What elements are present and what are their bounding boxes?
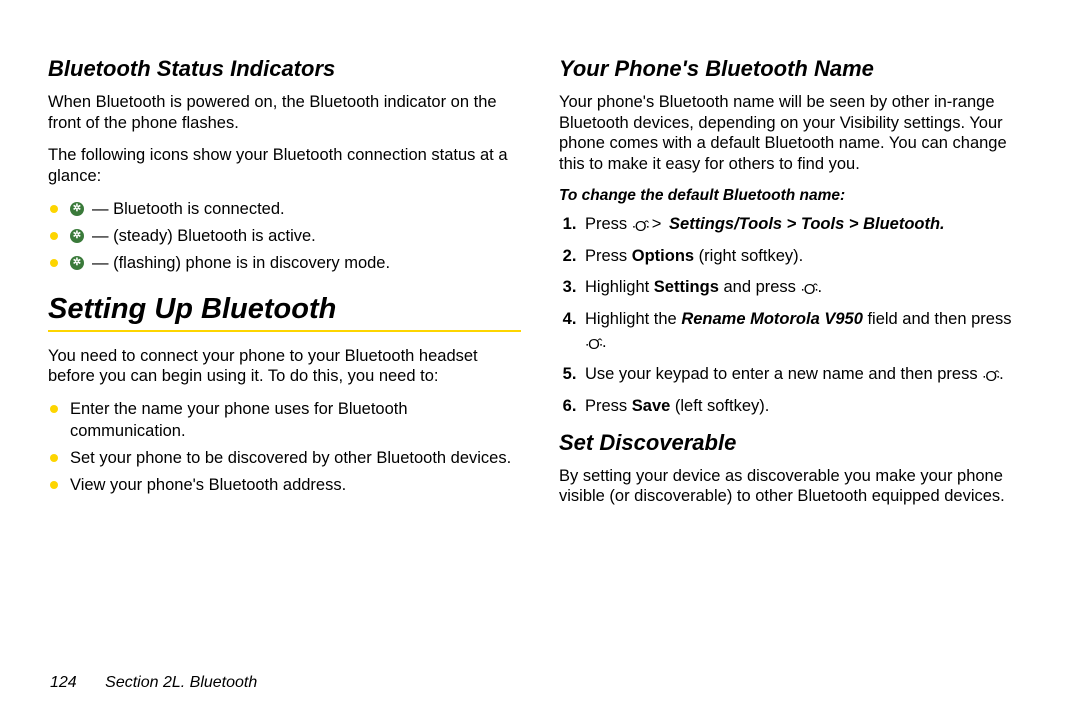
section-label: Section 2L. Bluetooth: [105, 674, 257, 691]
list-item: View your phone's Bluetooth address.: [48, 475, 521, 496]
setup-item-text: Set your phone to be discovered by other…: [70, 448, 511, 469]
heading-set-discoverable: Set Discoverable: [559, 430, 1032, 456]
chevron-right-icon: >: [652, 213, 662, 236]
bluetooth-icon: ✲: [70, 229, 84, 243]
change-name-steps: Press ∙О̂∙> Settings/Tools > Tools > Blu…: [559, 213, 1032, 418]
list-item: Enter the name your phone uses for Bluet…: [48, 399, 521, 442]
para-name-intro: Your phone's Bluetooth name will be seen…: [559, 92, 1032, 175]
bullet-icon: [50, 259, 58, 267]
step-text: (left softkey).: [670, 397, 769, 415]
setup-item-text: Enter the name your phone uses for Bluet…: [70, 399, 521, 442]
setup-item-text: View your phone's Bluetooth address.: [70, 475, 346, 496]
bluetooth-icon: ✲: [70, 256, 84, 270]
bullet-icon: [50, 454, 58, 462]
step-text: Highlight the: [585, 310, 681, 328]
step-1: Press ∙О̂∙> Settings/Tools > Tools > Blu…: [581, 213, 1032, 237]
list-item: ✲ — (steady) Bluetooth is active.: [48, 226, 521, 247]
bullet-icon: [50, 205, 58, 213]
right-column: Your Phone's Bluetooth Name Your phone's…: [559, 50, 1032, 660]
para-status-1: When Bluetooth is powered on, the Blueto…: [48, 92, 521, 133]
step-text: Press: [585, 247, 632, 265]
step-4: Highlight the Rename Motorola V950 field…: [581, 308, 1032, 355]
step-6: Press Save (left softkey).: [581, 395, 1032, 418]
heading-setting-up-bluetooth: Setting Up Bluetooth: [48, 293, 521, 326]
bullet-icon: [50, 232, 58, 240]
step-text: field and then press: [863, 310, 1012, 328]
para-setup-intro: You need to connect your phone to your B…: [48, 346, 521, 387]
step-5: Use your keypad to enter a new name and …: [581, 363, 1032, 387]
bluetooth-icon: ✲: [70, 202, 84, 216]
page-number: 124: [50, 674, 77, 691]
step-text: Press: [585, 215, 632, 233]
setup-list: Enter the name your phone uses for Bluet…: [48, 399, 521, 497]
step-text: (right softkey).: [694, 247, 803, 265]
icon-desc: — (flashing) phone is in discovery mode.: [92, 253, 390, 274]
icon-status-list: ✲ — Bluetooth is connected. ✲ — (steady)…: [48, 199, 521, 275]
icon-desc: — (steady) Bluetooth is active.: [92, 226, 316, 247]
heading-phone-bluetooth-name: Your Phone's Bluetooth Name: [559, 56, 1032, 82]
step-text: Press: [585, 397, 632, 415]
nav-key-icon: ∙О̂∙: [632, 216, 649, 237]
icon-desc: — Bluetooth is connected.: [92, 199, 285, 220]
page-footer: 124 Section 2L. Bluetooth: [50, 674, 257, 692]
key-label: Save: [632, 397, 671, 415]
nav-key-icon: ∙О̂∙: [982, 366, 999, 387]
para-status-2: The following icons show your Bluetooth …: [48, 145, 521, 186]
heading-rule: [48, 330, 521, 332]
nav-key-icon: ∙О̂∙: [801, 279, 818, 300]
field-label: Rename Motorola V950: [681, 310, 863, 328]
lead-change-name: To change the default Bluetooth name:: [559, 187, 1032, 205]
bullet-icon: [50, 481, 58, 489]
heading-status-indicators: Bluetooth Status Indicators: [48, 56, 521, 82]
step-3: Highlight Settings and press ∙О̂∙.: [581, 276, 1032, 300]
list-item: Set your phone to be discovered by other…: [48, 448, 521, 469]
nav-key-icon: ∙О̂∙: [585, 334, 602, 355]
list-item: ✲ — (flashing) phone is in discovery mod…: [48, 253, 521, 274]
bullet-icon: [50, 405, 58, 413]
menu-path: Settings/Tools > Tools > Bluetooth.: [669, 215, 945, 233]
key-label: Settings: [654, 278, 719, 296]
step-text: Highlight: [585, 278, 654, 296]
list-item: ✲ — Bluetooth is connected.: [48, 199, 521, 220]
key-label: Options: [632, 247, 694, 265]
left-column: Bluetooth Status Indicators When Bluetoo…: [48, 50, 521, 660]
para-discoverable: By setting your device as discoverable y…: [559, 466, 1032, 507]
step-text: and press: [719, 278, 801, 296]
step-text: Use your keypad to enter a new name and …: [585, 365, 982, 383]
step-2: Press Options (right softkey).: [581, 245, 1032, 268]
